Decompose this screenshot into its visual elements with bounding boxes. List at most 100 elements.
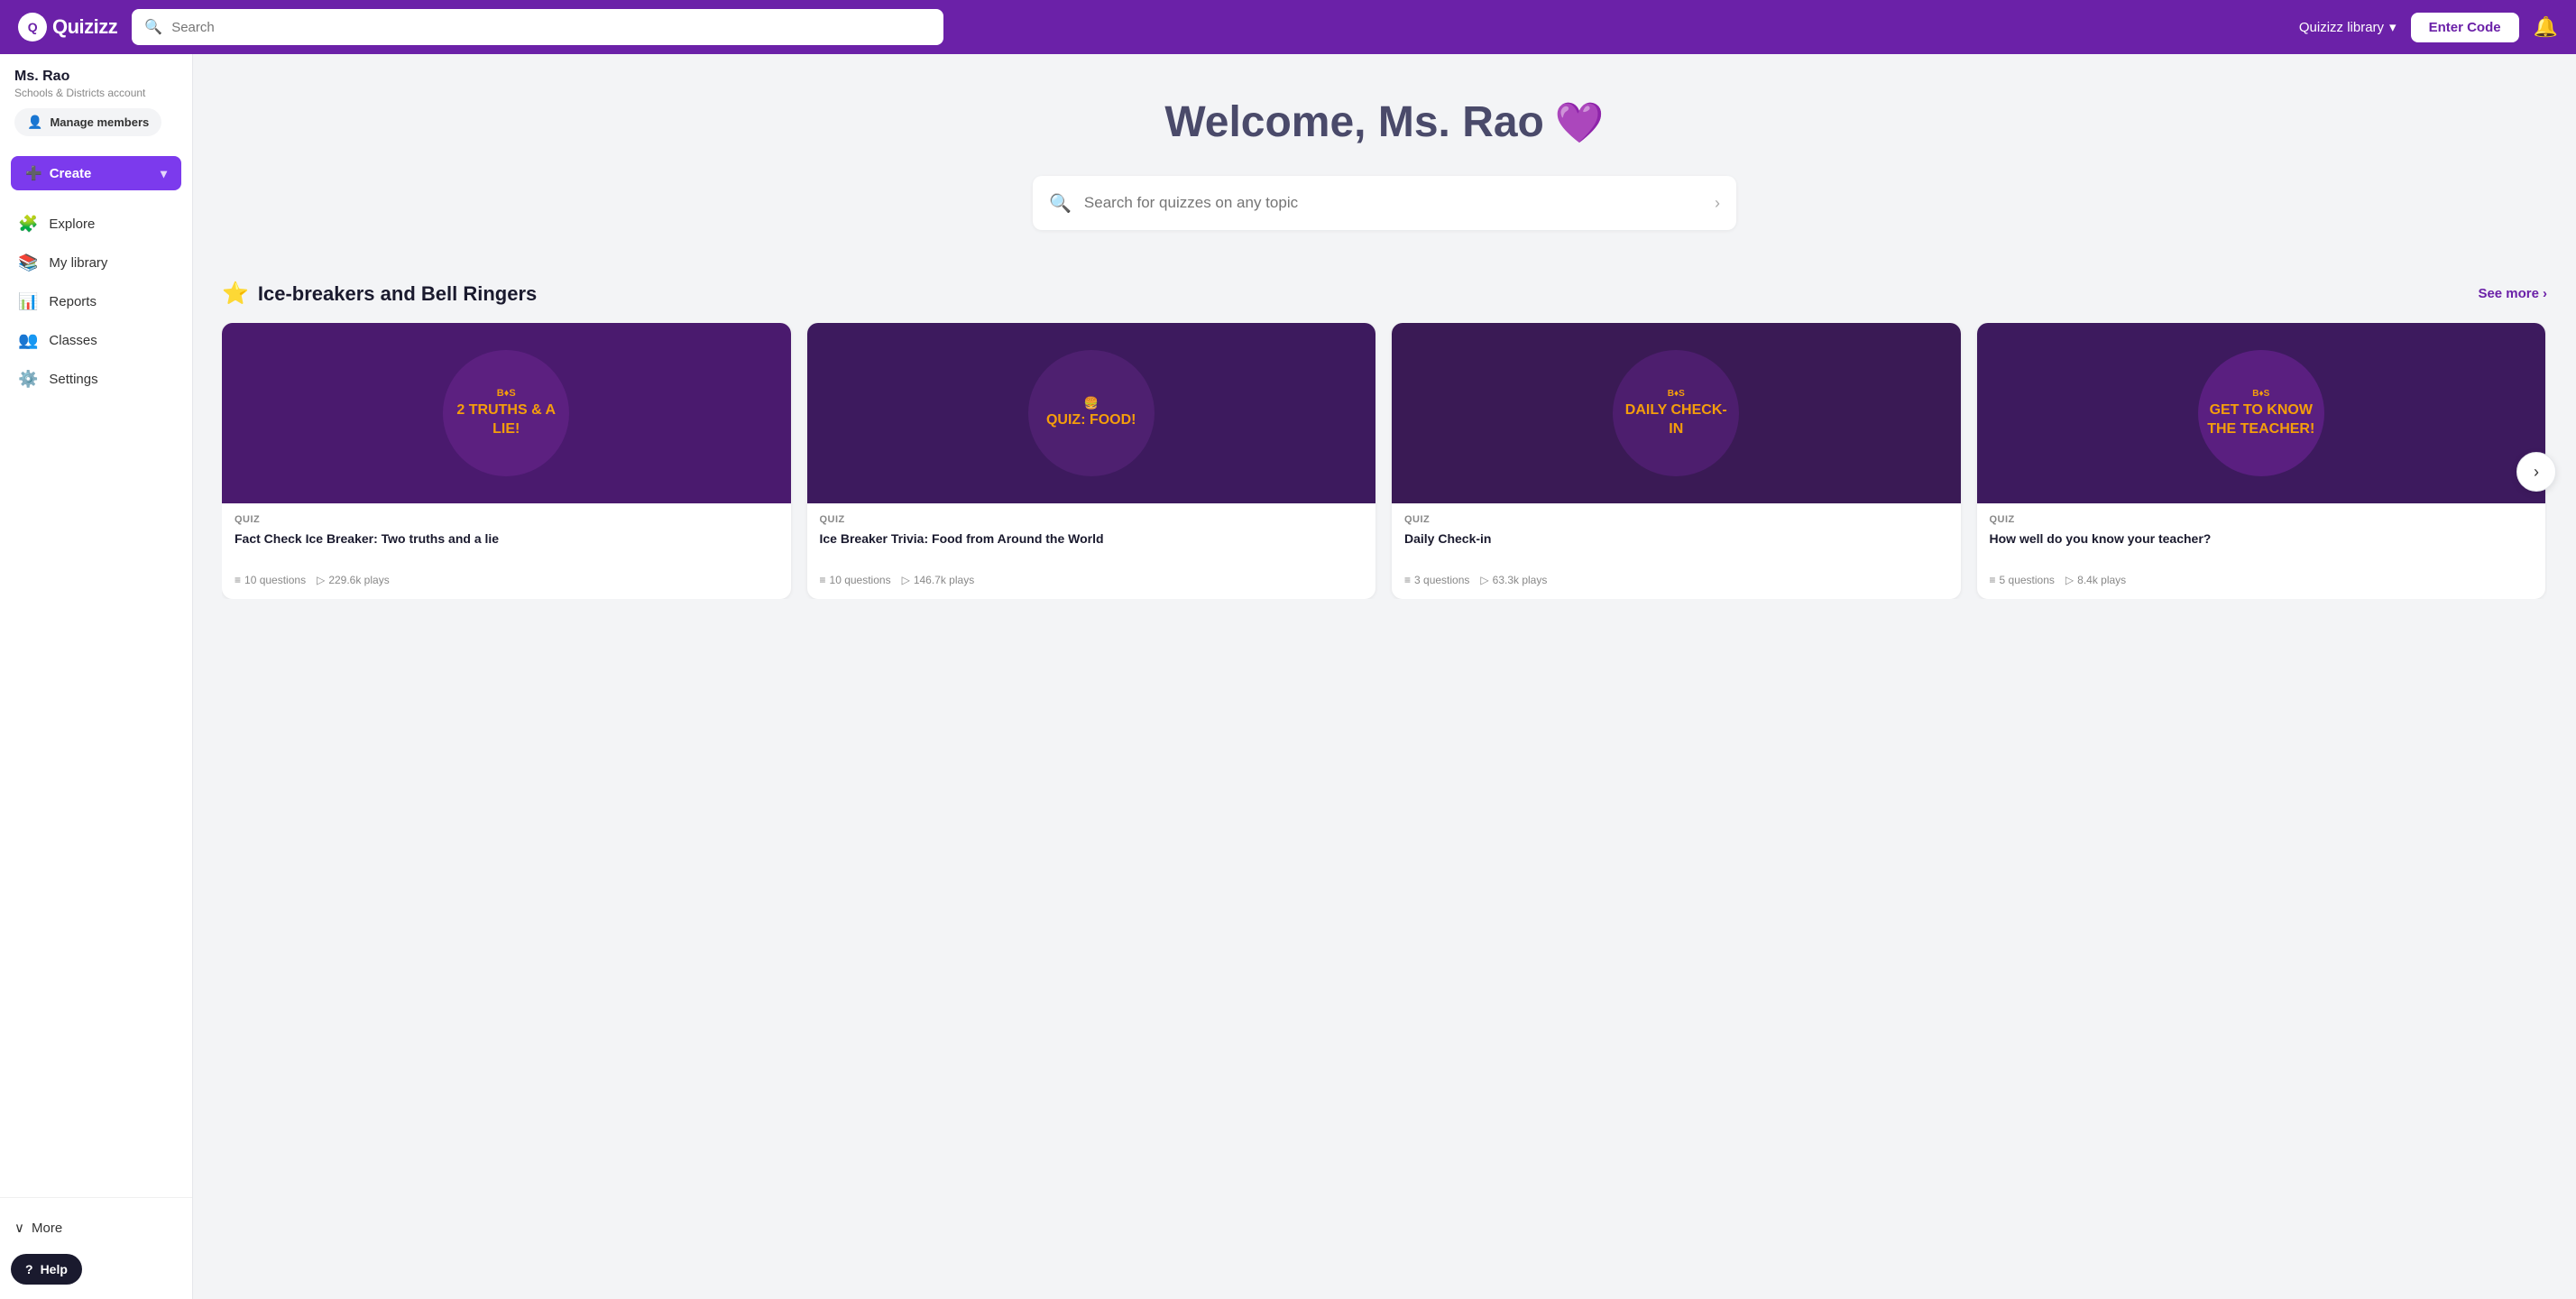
card-title: Ice Breaker Trivia: Food from Around the… [820, 530, 1364, 567]
card-thumbnail: 🍔 QUIZ: Food! [807, 323, 1376, 503]
play-icon: ▷ [1480, 574, 1488, 586]
sidebar: Ms. Rao Schools & Districts account 👤 Ma… [0, 54, 193, 1299]
plus-icon: ➕ [25, 165, 42, 181]
next-button[interactable]: › [2516, 452, 2556, 492]
search-input[interactable] [171, 20, 931, 35]
section-title-text: Ice-breakers and Bell Ringers [258, 282, 537, 306]
quiz-card[interactable]: B♦S Get to know THE TEACHER! QUIZ How we… [1977, 323, 2546, 599]
notification-icon[interactable]: 🔔 [2534, 15, 2558, 39]
quiz-card[interactable]: B♦S Daily check-in QUIZ Daily Check-in ≡ [1392, 323, 1961, 599]
logo-text: Quizizz [52, 15, 117, 39]
thumb-text: B♦S 2 truths & a lie! [443, 378, 569, 448]
section-title: ⭐ Ice-breakers and Bell Ringers [222, 281, 537, 307]
search-icon: 🔍 [144, 18, 162, 36]
help-button[interactable]: ? Help [11, 1254, 82, 1285]
thumb-text: 🍔 QUIZ: Food! [1037, 387, 1145, 439]
card-meta: ≡ 3 questions ▷ 63.3k plays [1404, 574, 1948, 586]
logo[interactable]: Q Quizizz [18, 13, 117, 41]
main-search-input[interactable] [1084, 194, 1702, 212]
plays-count: ▷ 229.6k plays [317, 574, 390, 586]
welcome-section: Welcome, Ms. Rao 💜 🔍 › [193, 54, 2576, 259]
card-meta: ≡ 5 questions ▷ 8.4k plays [1990, 574, 2534, 586]
more-label: More [32, 1221, 62, 1236]
chevron-right-icon: › [2534, 463, 2539, 482]
see-more-button[interactable]: See more › [2478, 286, 2547, 301]
user-section: Ms. Rao Schools & Districts account 👤 Ma… [0, 69, 192, 147]
explore-icon: 🧩 [18, 215, 38, 234]
manage-members-button[interactable]: 👤 Manage members [14, 108, 161, 136]
questions-count: ≡ 5 questions [1990, 574, 2055, 586]
sidebar-item-reports[interactable]: 📊 Reports [7, 282, 185, 321]
heart-emoji: 💜 [1555, 99, 1605, 146]
more-item[interactable]: ∨ More [11, 1212, 181, 1243]
card-thumbnail: B♦S Get to know THE TEACHER! [1977, 323, 2546, 503]
welcome-title: Welcome, Ms. Rao 💜 [215, 97, 2554, 147]
classes-icon: 👥 [18, 331, 38, 350]
library-icon: 📚 [18, 253, 38, 272]
questions-count: ≡ 3 questions [1404, 574, 1469, 586]
thumb-text: B♦S Daily check-in [1613, 379, 1739, 448]
cards-row: B♦S 2 truths & a lie! QUIZ Fact Check Ic… [222, 323, 2547, 599]
sidebar-bottom: ∨ More ? Help [0, 1197, 192, 1299]
list-icon: ≡ [1404, 574, 1411, 586]
play-icon: ▷ [2065, 574, 2074, 586]
settings-icon: ⚙️ [18, 370, 38, 389]
card-meta: ≡ 10 questions ▷ 146.7k plays [820, 574, 1364, 586]
card-type: QUIZ [820, 514, 1364, 525]
chevron-down-icon: ∨ [14, 1220, 24, 1236]
create-label: Create [50, 166, 92, 181]
card-thumbnail: B♦S 2 truths & a lie! [222, 323, 791, 503]
main-search-bar[interactable]: 🔍 › [1033, 176, 1736, 230]
chevron-down-icon: ▾ [161, 166, 167, 181]
person-icon: 👤 [27, 115, 42, 130]
card-info: QUIZ Fact Check Ice Breaker: Two truths … [222, 503, 791, 599]
card-thumbnail: B♦S Daily check-in [1392, 323, 1961, 503]
search-icon: 🔍 [1049, 192, 1072, 215]
list-icon: ≡ [1990, 574, 1996, 586]
enter-code-button[interactable]: Enter Code [2411, 13, 2519, 42]
card-info: QUIZ Ice Breaker Trivia: Food from Aroun… [807, 503, 1376, 599]
play-icon: ▷ [902, 574, 910, 586]
sidebar-item-label: My library [49, 255, 107, 271]
card-meta: ≡ 10 questions ▷ 229.6k plays [235, 574, 778, 586]
card-title: Daily Check-in [1404, 530, 1948, 567]
sidebar-item-explore[interactable]: 🧩 Explore [7, 205, 185, 244]
question-icon: ? [25, 1262, 33, 1276]
logo-icon: Q [18, 13, 47, 41]
card-title: Fact Check Ice Breaker: Two truths and a… [235, 530, 778, 567]
card-info: QUIZ How well do you know your teacher? … [1977, 503, 2546, 599]
chevron-down-icon: ▾ [2389, 19, 2397, 35]
help-label: Help [41, 1262, 68, 1276]
quiz-card[interactable]: 🍔 QUIZ: Food! QUIZ Ice Breaker Trivia: F… [807, 323, 1376, 599]
arrow-right-icon: › [1715, 194, 1720, 213]
create-button[interactable]: ➕ Create ▾ [11, 156, 181, 190]
section-header: ⭐ Ice-breakers and Bell Ringers See more… [222, 281, 2547, 307]
see-more-label: See more [2478, 286, 2539, 301]
nav-right: Quizizz library ▾ Enter Code 🔔 [2299, 13, 2558, 42]
card-type: QUIZ [235, 514, 778, 525]
chevron-right-icon: › [2543, 286, 2547, 301]
star-icon: ⭐ [222, 281, 249, 307]
user-name: Ms. Rao [14, 69, 178, 85]
play-icon: ▷ [317, 574, 325, 586]
sidebar-item-my-library[interactable]: 📚 My library [7, 244, 185, 282]
user-account: Schools & Districts account [14, 87, 178, 99]
questions-count: ≡ 10 questions [235, 574, 306, 586]
list-icon: ≡ [820, 574, 826, 586]
sidebar-item-classes[interactable]: 👥 Classes [7, 321, 185, 360]
topnav: Q Quizizz 🔍 Quizizz library ▾ Enter Code… [0, 0, 2576, 54]
sidebar-item-label: Reports [49, 294, 97, 309]
icebreakers-section: ⭐ Ice-breakers and Bell Ringers See more… [193, 259, 2576, 621]
main-layout: Ms. Rao Schools & Districts account 👤 Ma… [0, 54, 2576, 1299]
sidebar-item-settings[interactable]: ⚙️ Settings [7, 360, 185, 399]
questions-count: ≡ 10 questions [820, 574, 891, 586]
library-button[interactable]: Quizizz library ▾ [2299, 19, 2397, 35]
plays-count: ▷ 63.3k plays [1480, 574, 1547, 586]
plays-count: ▷ 8.4k plays [2065, 574, 2126, 586]
welcome-text: Welcome, Ms. Rao [1164, 97, 1544, 147]
quiz-card[interactable]: B♦S 2 truths & a lie! QUIZ Fact Check Ic… [222, 323, 791, 599]
manage-members-label: Manage members [50, 115, 149, 129]
search-bar[interactable]: 🔍 [132, 9, 943, 45]
plays-count: ▷ 146.7k plays [902, 574, 975, 586]
library-label: Quizizz library [2299, 20, 2384, 35]
